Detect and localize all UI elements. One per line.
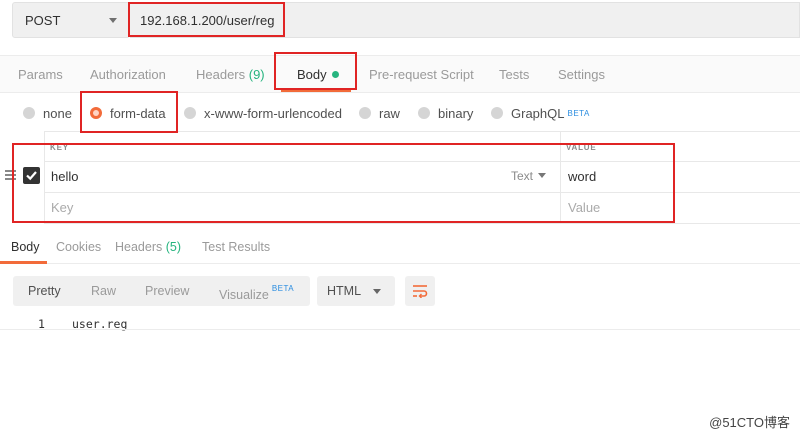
beta-badge: BETA <box>567 108 590 118</box>
radio-graphql[interactable]: GraphQL BETA <box>491 104 590 122</box>
wrap-lines-icon <box>413 285 428 298</box>
response-tab-cookies[interactable]: Cookies <box>56 240 101 254</box>
view-mode-switch: Pretty Raw Preview Visualize BETA <box>13 276 310 306</box>
tab-pre-request-script[interactable]: Pre-request Script <box>369 67 474 82</box>
checkmark-icon <box>26 171 37 181</box>
row-enabled-checkbox[interactable] <box>23 167 40 184</box>
radio-circle <box>491 107 503 119</box>
new-key-input[interactable]: Key <box>51 200 73 215</box>
method-select[interactable]: POST <box>12 2 130 38</box>
radio-circle <box>418 107 430 119</box>
body-type-selector: none form-data x-www-form-urlencoded raw… <box>0 94 800 130</box>
view-visualize[interactable]: Visualize BETA <box>219 284 294 302</box>
tab-authorization[interactable]: Authorization <box>90 67 166 82</box>
body-indicator-dot <box>331 71 339 78</box>
code-line-separator <box>0 329 800 330</box>
format-label: HTML <box>327 284 362 298</box>
radio-none[interactable]: none <box>23 104 72 122</box>
response-body: 1 user.reg @51CTO博客 <box>0 315 800 439</box>
param-key-cell[interactable]: hello <box>51 169 78 184</box>
request-bar: POST 192.168.1.200/user/reg <box>0 0 800 42</box>
format-select[interactable]: HTML <box>317 276 395 306</box>
table-border <box>44 131 800 132</box>
key-column-header: KEY <box>50 143 69 152</box>
tab-body[interactable]: Body <box>297 67 339 82</box>
radio-circle-selected <box>90 107 102 119</box>
response-tab-body[interactable]: Body <box>11 240 40 254</box>
radio-circle <box>184 107 196 119</box>
response-active-tab-underline <box>0 261 47 264</box>
form-data-table: KEY VALUE hello Text word Key Value <box>0 131 800 225</box>
radio-circle <box>359 107 371 119</box>
table-border <box>44 131 45 224</box>
tab-params[interactable]: Params <box>18 67 63 82</box>
table-border <box>44 223 800 224</box>
chevron-down-icon <box>373 289 381 294</box>
tab-headers[interactable]: Headers (9) <box>196 67 265 82</box>
view-pretty[interactable]: Pretty <box>28 284 61 298</box>
tab-tests[interactable]: Tests <box>499 67 529 82</box>
radio-form-data[interactable]: form-data <box>90 104 166 122</box>
radio-circle <box>23 107 35 119</box>
radio-binary[interactable]: binary <box>418 104 473 122</box>
view-preview[interactable]: Preview <box>145 284 189 298</box>
watermark: @51CTO博客 <box>709 415 790 430</box>
tab-settings[interactable]: Settings <box>558 67 605 82</box>
response-headers-count: (5) <box>165 240 182 254</box>
response-tab-headers[interactable]: Headers (5) <box>115 240 181 254</box>
table-border <box>44 161 800 162</box>
url-input[interactable]: 192.168.1.200/user/reg <box>130 2 800 38</box>
response-tabs: Body Cookies Headers (5) Test Results <box>0 230 800 264</box>
radio-raw[interactable]: raw <box>359 104 400 122</box>
drag-handle-icon[interactable] <box>5 170 16 180</box>
active-tab-underline <box>281 89 351 92</box>
request-tabs: Params Authorization Headers (9) Body Pr… <box>0 55 800 93</box>
radio-x-www-form-urlencoded[interactable]: x-www-form-urlencoded <box>184 104 342 122</box>
chevron-down-icon <box>109 18 117 23</box>
value-column-header: VALUE <box>566 143 597 152</box>
param-type-select[interactable]: Text <box>511 169 547 183</box>
param-value-cell[interactable]: word <box>568 169 596 184</box>
beta-badge: BETA <box>271 284 295 293</box>
method-label: POST <box>25 13 61 28</box>
url-text: 192.168.1.200/user/reg <box>140 13 275 28</box>
new-value-input[interactable]: Value <box>568 200 600 215</box>
chevron-down-icon <box>538 173 547 178</box>
view-raw[interactable]: Raw <box>91 284 116 298</box>
table-border <box>560 131 561 224</box>
wrap-lines-button[interactable] <box>405 276 435 306</box>
response-tab-test-results[interactable]: Test Results <box>202 240 270 254</box>
response-toolbar: Pretty Raw Preview Visualize BETA HTML <box>0 265 800 315</box>
headers-count: (9) <box>248 67 265 82</box>
table-border <box>44 192 800 193</box>
